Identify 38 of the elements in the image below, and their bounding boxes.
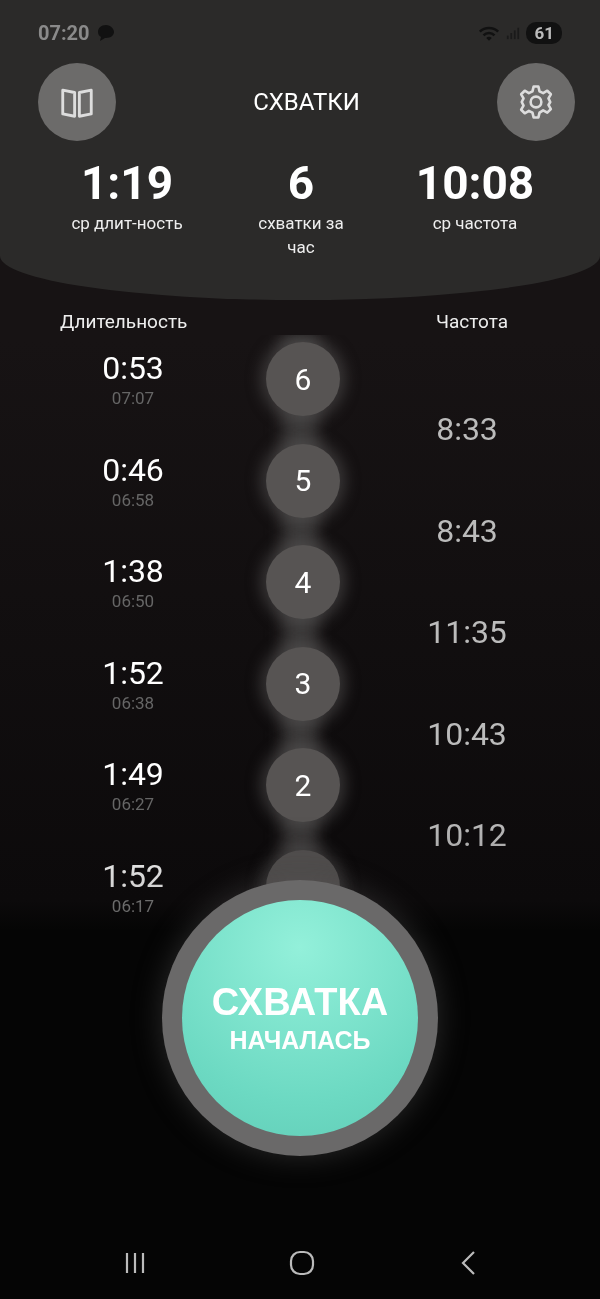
contraction-number: 2	[266, 748, 340, 822]
start-time: 06:27	[111, 793, 155, 815]
frequency-value: 8:33	[436, 411, 498, 447]
contraction-number: 3	[266, 646, 340, 721]
chat-icon	[95, 23, 116, 43]
frequency-value: 10:43	[427, 715, 507, 752]
duration-value: 1:52	[102, 856, 164, 895]
duration-column-header: Длительность	[60, 309, 188, 335]
start-time: 06:58	[111, 488, 155, 511]
contraction-started-button[interactable]: СХВАТКА НАЧАЛАСЬ	[162, 880, 438, 1156]
stat-label: ср частота	[432, 212, 518, 235]
frequency-value: 10:12	[427, 817, 507, 853]
contraction-number: 4	[266, 545, 340, 619]
start-time: 06:50	[111, 590, 155, 612]
duration-value: 0:46	[102, 450, 164, 489]
screen-title: СХВАТКИ	[253, 88, 360, 116]
stat-value: 6	[287, 155, 315, 211]
battery-indicator: 61	[526, 22, 562, 44]
duration-value: 1:52	[102, 653, 164, 692]
stat-label: схватки за час	[257, 212, 345, 259]
contraction-number: 5	[266, 443, 340, 518]
status-time: 07:20	[38, 21, 90, 45]
duration-value: 0:53	[102, 349, 164, 387]
start-time: 06:38	[111, 691, 155, 714]
start-time: 07:07	[111, 387, 155, 409]
home-icon[interactable]	[289, 1249, 315, 1277]
start-time: 06:17	[111, 894, 155, 917]
frequency-column-header: Частота	[436, 309, 508, 335]
frequency-value: 8:43	[436, 512, 498, 549]
settings-icon	[517, 83, 555, 121]
duration-value: 1:49	[102, 755, 164, 793]
contraction-number: 6	[266, 342, 340, 416]
stat-value: 10:08	[415, 155, 535, 211]
stat-value: 1:19	[80, 155, 174, 211]
frequency-value: 11:35	[427, 614, 507, 650]
wifi-icon	[478, 24, 501, 42]
duration-value: 1:38	[102, 552, 164, 590]
stat-label: ср длит-ность	[71, 212, 183, 235]
